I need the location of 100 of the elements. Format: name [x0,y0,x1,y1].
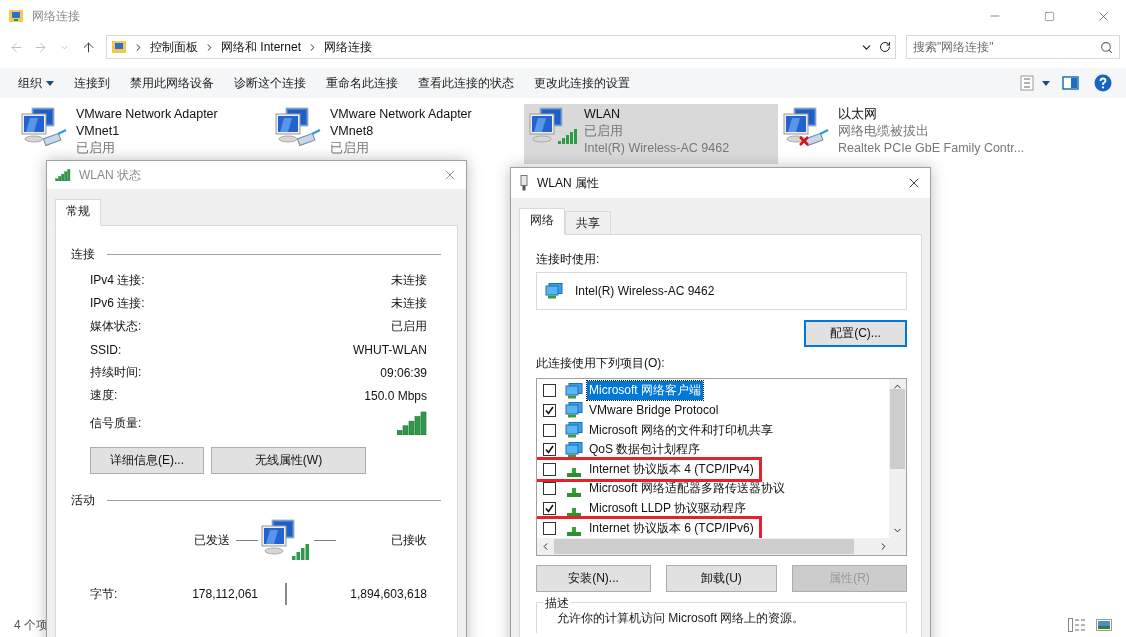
toolbar-command[interactable]: 组织 [8,74,64,92]
adapter-name: VMware Network Adapter VMnet8 [330,106,473,140]
field-value: WHUT-WLAN [353,342,427,357]
list-item[interactable]: Microsoft 网络适配器多路传送器协议 [587,479,787,499]
adapter-status: 已启用 [330,140,370,157]
caret-icon [46,80,54,86]
dialog-button[interactable]: 安装(N)... [536,565,651,592]
breadcrumb[interactable]: 控制面板 [150,38,198,56]
dialog-button[interactable]: 详细信息(E)... [90,447,204,474]
network-folder-icon [8,8,24,24]
search-field[interactable]: 搜索"网络连接" [906,35,1120,59]
toolbar-command[interactable]: 连接到 [64,74,120,92]
checkbox[interactable] [543,403,556,417]
checkbox[interactable] [543,384,556,398]
network-service-icon [565,441,583,458]
list-item[interactable]: Microsoft 网络的文件和打印机共享 [587,420,775,440]
network-service-icon [565,422,583,439]
refresh-icon[interactable] [879,41,891,53]
dialog-title: WLAN 属性 [537,174,600,192]
network-adapter-item[interactable]: WLAN 已启用 Intel(R) Wireless-AC 9462 [524,104,778,164]
section-heading: 活动 [71,492,95,509]
computer-activity-icon [260,518,312,562]
field-label: IPv6 连接: [90,295,145,312]
bytes-sent: 178,112,061 [192,587,258,601]
toolbar-command[interactable]: 禁用此网络设备 [120,74,224,92]
toolbar-command[interactable]: 查看此连接的状态 [408,74,524,92]
checkbox[interactable] [543,482,556,496]
bytes-received: 1,894,603,618 [350,587,427,601]
configure-button[interactable]: 配置(C)... [804,320,907,347]
checkbox[interactable] [543,462,556,476]
item-count: 4 个项 [14,616,48,634]
adapter-name: VMware Network Adapter VMnet1 [76,106,219,140]
received-label: 已接收 [391,531,427,549]
list-item[interactable]: QoS 数据包计划程序 [587,440,703,460]
toolbar-command[interactable]: 更改此连接的设置 [524,74,640,92]
field-label: 媒体状态: [90,318,142,335]
adapter-status: 网络电缆被拔出 [838,123,930,140]
network-protocol-icon [567,468,581,478]
network-protocol-icon [567,527,581,537]
list-item[interactable]: Internet 协议版本 4 (TCP/IPv4) [587,459,756,479]
list-item[interactable]: Microsoft 网络客户端 [587,381,703,401]
field-value: 未连接 [391,295,427,312]
network-service-icon [545,283,563,299]
sent-label: 已发送 [194,531,230,549]
adapter-device: Intel(R) Wireless-AC 9462 [584,140,730,157]
vertical-scrollbar[interactable] [889,379,906,538]
network-adapter-item[interactable]: VMware Network Adapter VMnet8 已启用 [270,104,524,164]
checkbox[interactable] [543,423,556,437]
breadcrumb[interactable]: 网络连接 [324,38,373,56]
address-bar[interactable]: 控制面板 网络和 Internet 网络连接 [106,35,896,59]
adapter-status: 已启用 [76,140,116,157]
adapter-name: WLAN [584,106,622,123]
checkbox[interactable] [543,521,556,535]
field-label: 连接时使用: [536,251,601,268]
field-label: 持续时间: [90,364,142,381]
network-adapter-icon [519,175,529,191]
signal-icon [55,169,71,181]
field-value: 已启用 [391,318,427,335]
list-item[interactable]: Internet 协议版本 6 (TCP/IPv6) [587,518,756,538]
signal-bars-icon [397,411,427,435]
network-folder-icon [111,39,127,55]
network-adapter-item[interactable]: 以太网 网络电缆被拔出 Realtek PCIe GbE Family Contr... [778,104,1032,164]
network-protocol-icon [567,507,581,517]
network-protocol-icon [567,487,581,497]
field-label: SSID: [90,342,122,357]
list-item[interactable]: Microsoft LLDP 协议驱动程序 [587,499,749,519]
list-item[interactable]: VMware Bridge Protocol [587,402,721,419]
field-label: 信号质量: [90,414,142,432]
toolbar-command[interactable]: 诊断这个连接 [224,74,316,92]
adapter-field: Intel(R) Wireless-AC 9462 [536,272,907,310]
field-label: 字节: [90,585,119,603]
help-icon[interactable] [1094,74,1112,92]
horizontal-scrollbar[interactable] [537,538,906,555]
details-view-icon[interactable] [1068,618,1086,632]
field-value: 150.0 Mbps [364,388,427,403]
field-value: 未连接 [391,272,427,289]
up-icon[interactable] [80,39,96,55]
tab[interactable]: 常规 [55,199,101,226]
field-label: IPv4 连接: [90,272,145,289]
window-title: 网络连接 [32,7,81,25]
breadcrumb[interactable]: 网络和 Internet [221,38,302,56]
checkbox[interactable] [543,502,556,516]
adapter-status: 已启用 [584,123,624,140]
tab[interactable]: 网络 [519,208,565,235]
list-label: 此连接使用下列项目(O): [536,355,666,372]
network-service-icon [565,402,583,419]
search-icon [1100,40,1113,54]
tab[interactable]: 共享 [565,211,611,235]
dialog-button[interactable]: 无线属性(W) [211,447,366,474]
adapter-name: 以太网 [838,106,878,123]
dialog-title: WLAN 状态 [79,166,142,184]
dialog-button[interactable]: 卸载(U) [666,565,777,592]
network-adapter-item[interactable]: VMware Network Adapter VMnet1 已启用 [16,104,270,164]
field-label: 速度: [90,387,118,404]
toolbar-command[interactable]: 重命名此连接 [316,74,408,92]
tiles-view-icon[interactable] [1096,619,1112,631]
checkbox[interactable] [543,443,556,457]
group-heading: 描述 [543,595,571,612]
field-value: 09:06:39 [380,365,427,380]
adapter-device: Realtek PCIe GbE Family Contr... [838,140,1025,157]
